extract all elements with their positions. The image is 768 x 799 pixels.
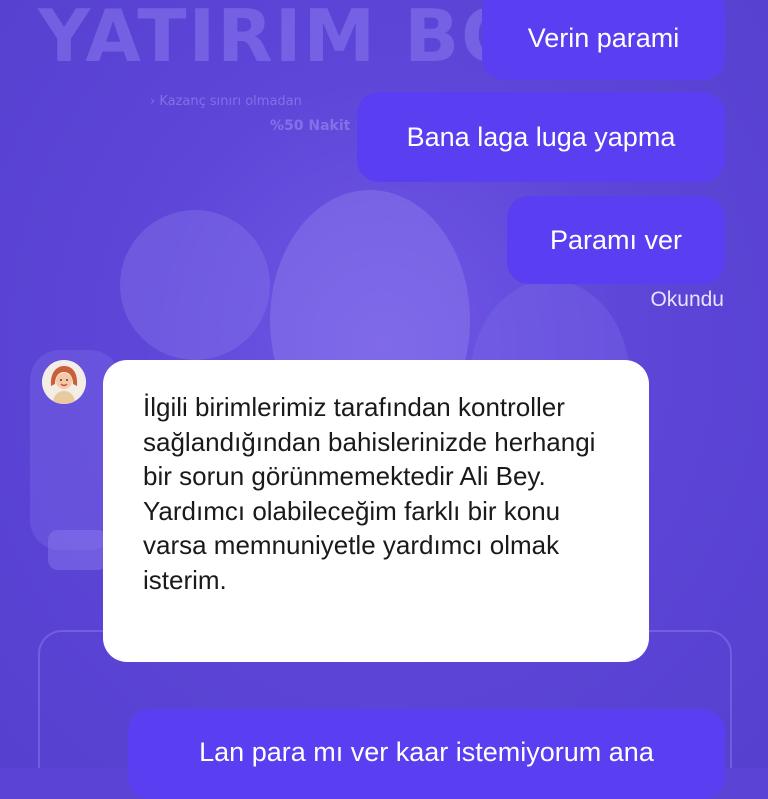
incoming-message[interactable]: İlgili birimlerimiz tarafından kontrolle… <box>103 360 649 662</box>
outgoing-message[interactable]: Verin parami <box>482 0 725 80</box>
agent-avatar <box>42 360 86 404</box>
outgoing-message[interactable]: Bana laga luga yapma <box>357 92 725 182</box>
outgoing-message[interactable]: Paramı ver <box>507 196 725 284</box>
read-receipt: Okundu <box>650 288 724 311</box>
outgoing-message[interactable]: Lan para mı ver kaar istemiyorum ana <box>128 709 725 799</box>
agent-avatar-image <box>42 360 86 404</box>
chat-thread: Verin parami Bana laga luga yapma Paramı… <box>0 0 768 799</box>
incoming-message-text: İlgili birimlerimiz tarafından kontrolle… <box>143 392 596 595</box>
